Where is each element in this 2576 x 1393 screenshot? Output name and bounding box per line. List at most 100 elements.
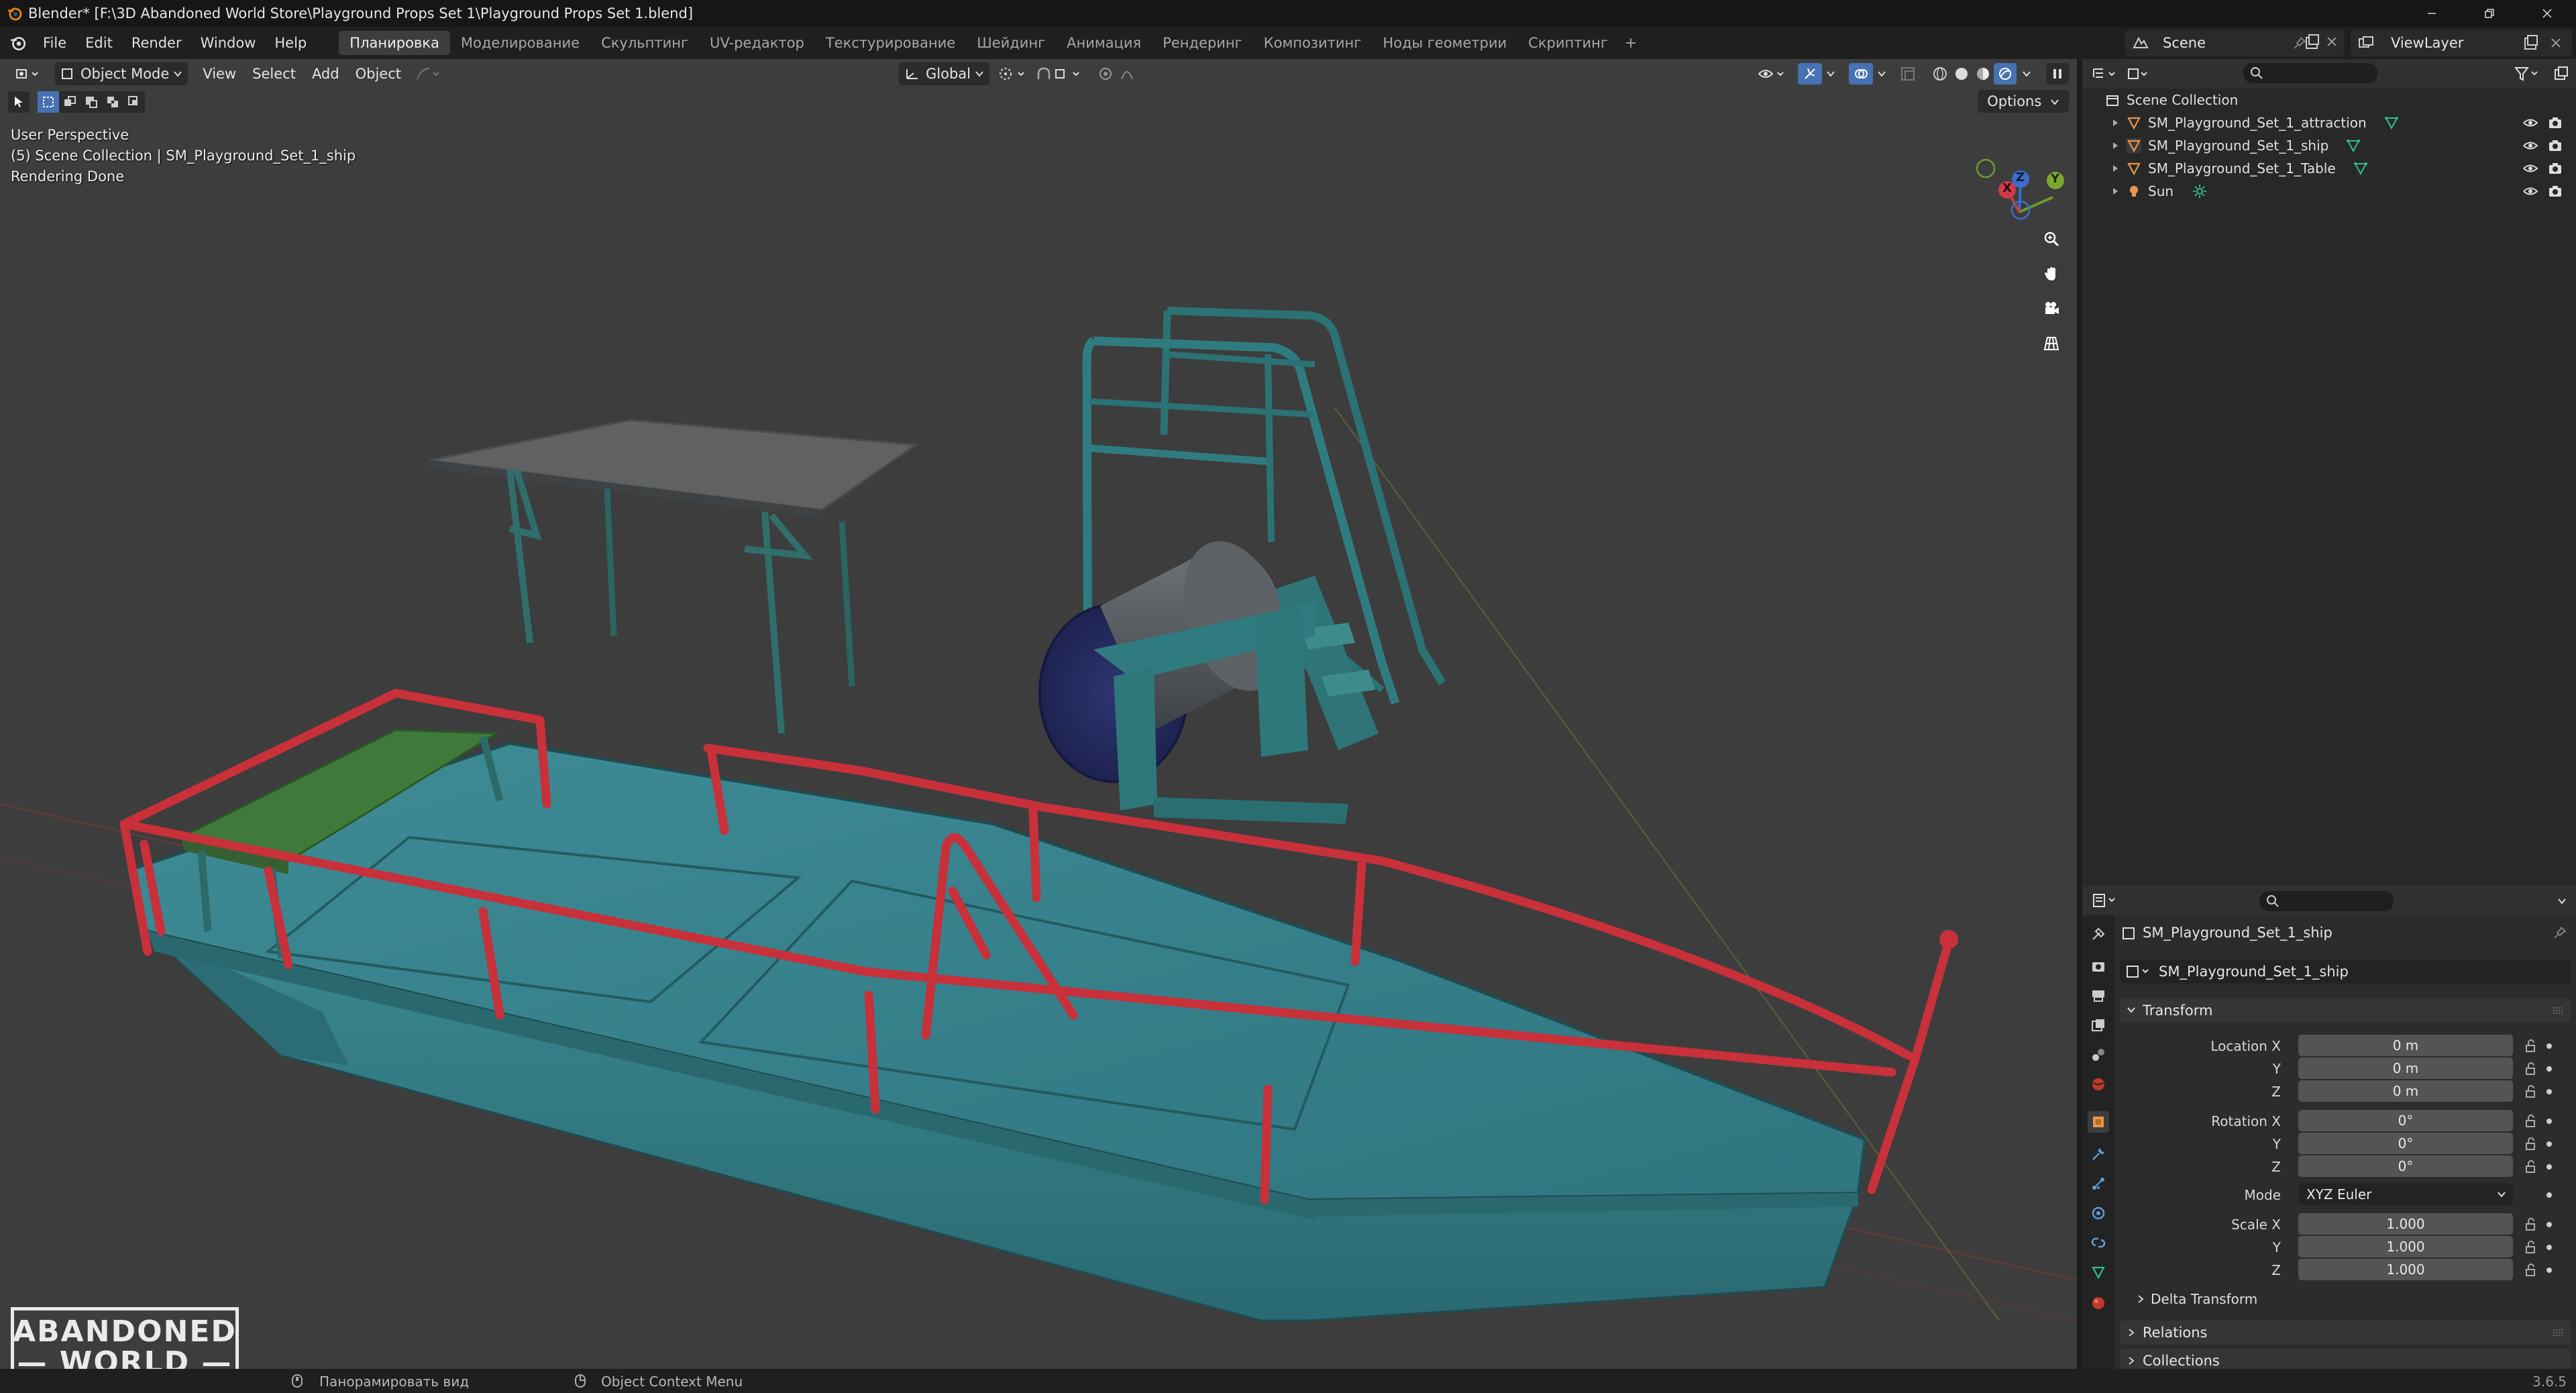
remove-scene-icon[interactable] [2325, 35, 2339, 48]
keyframe-dot[interactable] [2546, 1089, 2552, 1094]
gizmo-toggle[interactable] [1798, 63, 1822, 85]
lock-icon[interactable] [2524, 1084, 2538, 1099]
drag-handle-icon[interactable] [2552, 1005, 2564, 1016]
select-mode-new-button[interactable] [38, 91, 59, 113]
pan-button[interactable] [2037, 259, 2066, 289]
tab-object[interactable] [2088, 1111, 2109, 1133]
keyframe-dot[interactable] [2546, 1164, 2552, 1170]
scale-x-field[interactable]: 1.000 [2298, 1213, 2513, 1235]
gizmo-z-label[interactable]: Z [2016, 170, 2025, 185]
mesh-data-icon[interactable] [2353, 161, 2368, 176]
pivot-point-icon[interactable] [998, 66, 1028, 82]
workspace-tab-scripting[interactable]: Скриптинг [1517, 31, 1619, 55]
select-mode-intersect-button[interactable] [123, 91, 145, 113]
outliner-item-sun[interactable]: Sun [2082, 180, 2576, 203]
rotation-y-field[interactable]: 0° [2298, 1133, 2513, 1154]
expand-arrow-icon[interactable] [2112, 187, 2120, 196]
tab-world[interactable] [2088, 1074, 2109, 1095]
viewport-menu-add[interactable]: Add [304, 63, 347, 85]
eye-icon[interactable] [2522, 162, 2538, 174]
pin-icon[interactable] [2553, 926, 2567, 939]
workspace-tab-layout[interactable]: Планировка [339, 31, 450, 55]
outliner-scene-collection[interactable]: Scene Collection [2082, 89, 2576, 111]
filter-icon[interactable] [2514, 66, 2541, 82]
workspace-tab-texture-paint[interactable]: Текстурирование [815, 31, 966, 55]
rotation-x-field[interactable]: 0° [2298, 1110, 2513, 1131]
lock-icon[interactable] [2524, 1039, 2538, 1053]
camera-render-icon[interactable] [2548, 162, 2563, 175]
camera-render-icon[interactable] [2548, 139, 2563, 152]
camera-render-icon[interactable] [2548, 185, 2563, 198]
properties-search[interactable] [2259, 891, 2394, 911]
plus-icon[interactable] [1624, 36, 1638, 50]
snap-icon[interactable] [1036, 66, 1089, 82]
keyframe-dot[interactable] [2546, 1043, 2552, 1049]
display-mode-icon[interactable] [2127, 66, 2153, 81]
drag-handle-icon[interactable] [2552, 1327, 2564, 1338]
outliner-editor-icon[interactable] [2092, 66, 2121, 81]
zoom-button[interactable] [2037, 224, 2066, 254]
tab-tool[interactable] [2088, 923, 2109, 945]
keyframe-dot[interactable] [2546, 1245, 2552, 1250]
editor-type-button[interactable] [9, 62, 47, 85]
new-collection-icon[interactable] [2553, 66, 2569, 82]
location-y-field[interactable]: 0 m [2298, 1057, 2513, 1079]
keyframe-dot[interactable] [2546, 1268, 2552, 1273]
chevron-down-icon[interactable] [2557, 896, 2567, 906]
object-name[interactable]: SM_Playground_Set_1_ship [2143, 925, 2332, 941]
camera-view-button[interactable] [2037, 294, 2066, 323]
scale-z-field[interactable]: 1.000 [2298, 1259, 2513, 1280]
viewport-menu-select[interactable]: Select [244, 63, 304, 85]
select-tool-button[interactable] [8, 91, 30, 113]
menu-render[interactable]: Render [122, 31, 191, 55]
sun-icon[interactable] [2192, 184, 2207, 199]
select-mode-subtract-button[interactable] [80, 91, 102, 113]
menu-window[interactable]: Window [191, 31, 266, 55]
datablock-row[interactable]: SM_Playground_Set_1_ship [2120, 960, 2571, 984]
lock-icon[interactable] [2524, 1137, 2538, 1151]
keyframe-dot[interactable] [2546, 1119, 2552, 1124]
3d-viewport[interactable]: Z Y X Object Mode View Select Add Object… [0, 59, 2077, 1369]
properties-editor-icon[interactable] [2092, 892, 2121, 909]
tab-physics[interactable] [2088, 1202, 2109, 1224]
lock-icon[interactable] [2524, 1240, 2538, 1255]
gizmo-y-label[interactable]: Y [2051, 172, 2059, 186]
tab-data[interactable] [2088, 1261, 2109, 1283]
eye-icon[interactable] [2522, 185, 2538, 197]
outliner-item-ship[interactable]: SM_Playground_Set_1_ship [2082, 134, 2576, 157]
delta-transform-subpanel[interactable]: Delta Transform [2131, 1288, 2568, 1310]
menu-help[interactable]: Help [265, 31, 316, 55]
minimize-button[interactable] [2403, 0, 2461, 27]
tab-scene[interactable] [2088, 1044, 2109, 1066]
gizmo-x-label[interactable]: X [2002, 181, 2012, 195]
expand-arrow-icon[interactable] [2112, 118, 2120, 127]
curve-tool-icon[interactable] [415, 66, 441, 82]
tab-material[interactable] [2088, 1292, 2109, 1314]
mode-selector[interactable]: Object Mode [55, 62, 189, 85]
workspace-tab-sculpting[interactable]: Скульптинг [590, 31, 699, 55]
keyframe-dot[interactable] [2546, 1141, 2552, 1147]
menu-edit[interactable]: Edit [76, 31, 122, 55]
expand-arrow-icon[interactable] [2112, 164, 2120, 173]
rendered-shading-toggle[interactable] [1994, 63, 2017, 85]
visibility-icon[interactable] [1758, 66, 1787, 82]
solid-shading-icon[interactable] [1953, 66, 1970, 82]
lock-icon[interactable] [2524, 1114, 2538, 1129]
keyframe-dot[interactable] [2546, 1066, 2552, 1072]
tab-view-layer[interactable] [2088, 1015, 2109, 1036]
ortho-toggle-button[interactable] [2037, 329, 2066, 358]
outliner-item-attraction[interactable]: SM_Playground_Set_1_attraction [2082, 111, 2576, 134]
wireframe-shading-icon[interactable] [1932, 66, 1948, 82]
eye-icon[interactable] [2522, 117, 2538, 129]
new-viewlayer-icon[interactable] [2522, 34, 2540, 52]
relations-panel-header[interactable]: Relations [2120, 1321, 2571, 1345]
lock-icon[interactable] [2524, 1062, 2538, 1076]
tab-particles[interactable] [2088, 1173, 2109, 1194]
outliner-item-table[interactable]: SM_Playground_Set_1_Table [2082, 157, 2576, 180]
camera-render-icon[interactable] [2548, 116, 2563, 130]
transform-panel-header[interactable]: Transform [2120, 998, 2571, 1023]
mesh-data-icon[interactable] [2346, 138, 2361, 153]
outliner-search[interactable] [2243, 63, 2377, 83]
workspace-tab-compositing[interactable]: Композитинг [1253, 31, 1373, 55]
lock-icon[interactable] [2524, 1159, 2538, 1174]
